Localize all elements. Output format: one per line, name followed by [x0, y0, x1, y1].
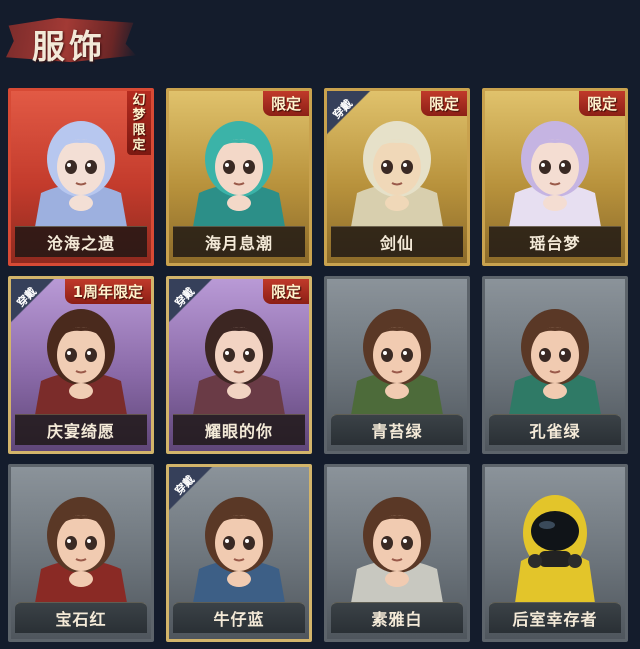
costume-name: 后室幸存者	[489, 602, 621, 633]
costume-name: 牛仔蓝	[173, 602, 305, 633]
yellow-hazmat-survivor-portrait	[495, 481, 615, 603]
costume-card[interactable]: 幻梦限定沧海之遗	[8, 88, 154, 266]
costume-card[interactable]: 限定瑶台梦	[482, 88, 628, 266]
costume-card[interactable]: 穿戴 牛仔蓝	[166, 464, 312, 642]
girl-teal-coat-portrait	[495, 293, 615, 415]
girl-red-coat-portrait	[21, 481, 141, 603]
costume-card[interactable]: 青苔绿	[324, 276, 470, 454]
costume-name: 海月息潮	[173, 226, 305, 257]
costume-card[interactable]: 孔雀绿	[482, 276, 628, 454]
costume-name: 耀眼的你	[173, 414, 305, 445]
equipped-label: 穿戴	[172, 472, 198, 498]
page-title-banner: 服饰	[6, 8, 136, 76]
costume-card[interactable]: 后室幸存者	[482, 464, 628, 642]
costume-name: 剑仙	[331, 226, 463, 257]
limited-badge: 幻梦限定	[127, 91, 151, 155]
limited-badge: 限定	[578, 91, 625, 116]
equipped-tag: 穿戴	[169, 279, 213, 323]
costume-card[interactable]: 宝石红	[8, 464, 154, 642]
costume-name: 瑶台梦	[489, 226, 621, 257]
teal-haired-woman-portrait	[179, 105, 299, 227]
costume-name: 宝石红	[15, 602, 147, 633]
limited-badge: 限定	[262, 91, 309, 116]
costume-name: 庆宴绮愿	[15, 414, 147, 445]
costume-card[interactable]: 限定 穿戴耀眼的你	[166, 276, 312, 454]
costume-name: 青苔绿	[331, 414, 463, 445]
equipped-tag: 穿戴	[327, 91, 371, 135]
girl-green-coat-portrait	[337, 293, 457, 415]
equipped-label: 穿戴	[330, 96, 356, 122]
costume-card[interactable]: 1周年限定 穿戴庆宴绮愿	[8, 276, 154, 454]
equipped-label: 穿戴	[172, 284, 198, 310]
limited-badge: 1周年限定	[64, 279, 151, 304]
equipped-tag: 穿戴	[11, 279, 55, 323]
limited-badge: 限定	[262, 279, 309, 304]
equipped-tag: 穿戴	[169, 467, 213, 511]
page-title: 服饰	[32, 27, 106, 66]
costume-name: 孔雀绿	[489, 414, 621, 445]
costume-name: 沧海之遗	[15, 226, 147, 257]
costume-card[interactable]: 限定海月息潮	[166, 88, 312, 266]
equipped-label: 穿戴	[14, 284, 40, 310]
limited-badge: 限定	[420, 91, 467, 116]
costume-name: 素雅白	[331, 602, 463, 633]
costume-grid: 幻梦限定 沧海之遗 限定 海月息潮 限定 穿戴 剑仙 限定 瑶台梦 1周年限定 穿戴 庆宴绮愿 限定 穿戴…	[8, 88, 632, 649]
costume-card[interactable]: 素雅白	[324, 464, 470, 642]
costume-card[interactable]: 限定 穿戴剑仙	[324, 88, 470, 266]
lavender-haired-woman-portrait	[495, 105, 615, 227]
blue-haired-woman-portrait	[21, 105, 141, 227]
girl-white-coat-portrait	[337, 481, 457, 603]
